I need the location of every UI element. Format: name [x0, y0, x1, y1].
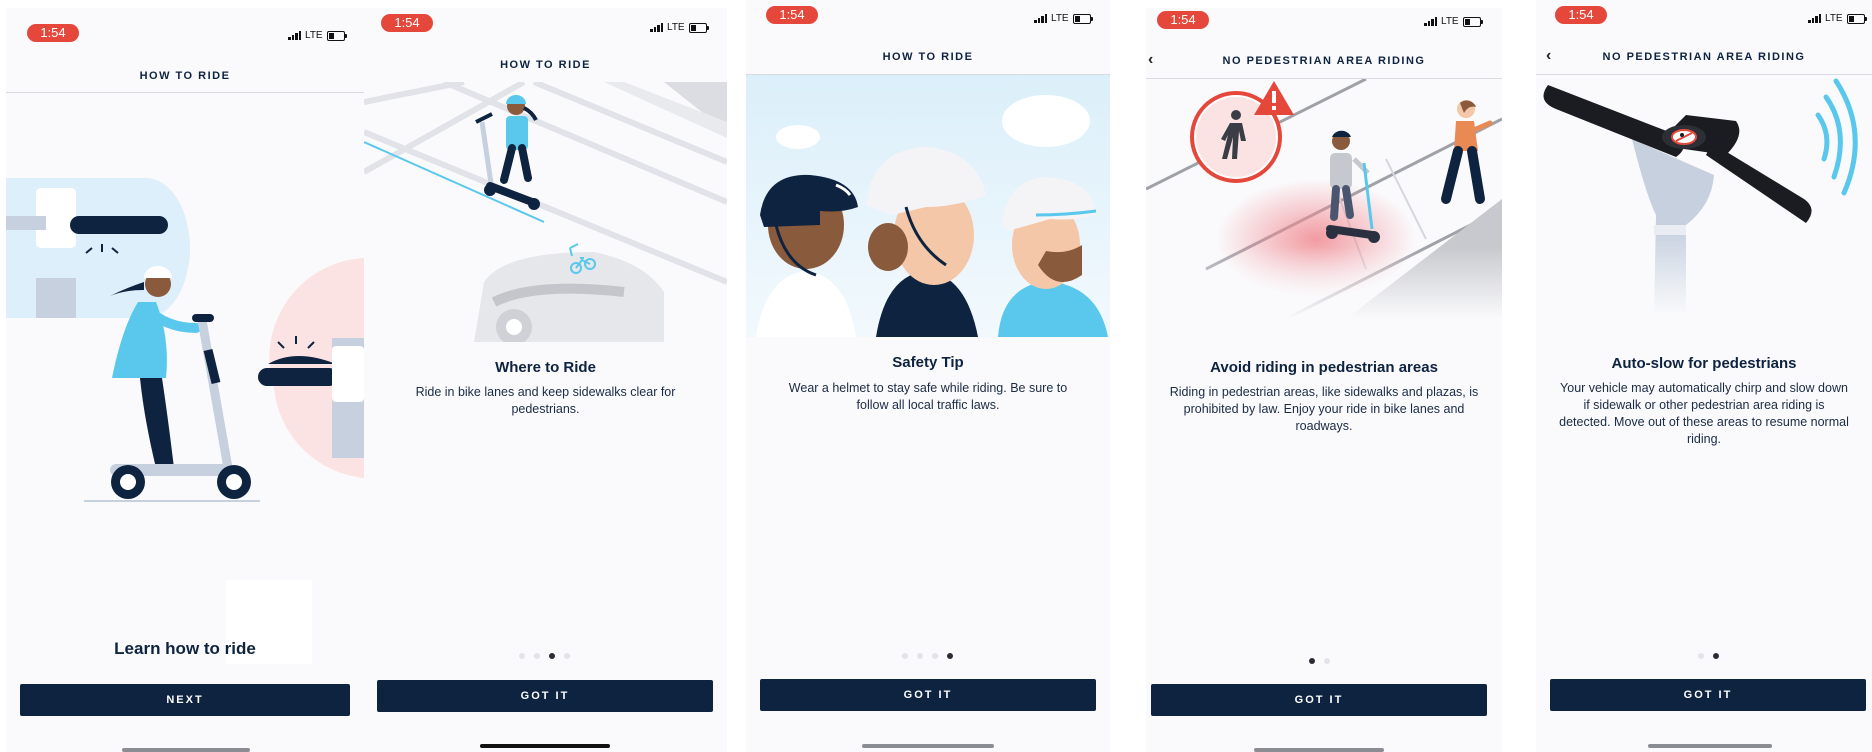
page-dot: [932, 653, 938, 659]
status-time: 1:54: [27, 24, 79, 42]
battery-icon: [326, 30, 347, 41]
network-label: LTE: [1051, 13, 1069, 24]
scooter-rider-illustration: [6, 178, 364, 502]
page-dot: [902, 653, 908, 659]
status-time: 1:54: [1555, 6, 1607, 24]
helmet-riders-illustration: [746, 75, 1110, 337]
page-dot-active: [1713, 653, 1719, 659]
screen-title: Auto-slow for pedestrians: [1611, 355, 1797, 372]
home-indicator: [1648, 744, 1772, 748]
status-time: 1:54: [381, 14, 433, 32]
network-label: LTE: [667, 22, 685, 33]
page-dot-active: [1309, 658, 1315, 664]
page-dot: [1324, 658, 1330, 664]
bike-lane-illustration: [364, 82, 727, 342]
network-label: LTE: [1825, 13, 1843, 24]
header-divider: [6, 92, 364, 93]
pedestrian-area-illustration: [1146, 79, 1502, 319]
page-dot: [519, 653, 525, 659]
status-time: 1:54: [1157, 11, 1209, 29]
screen-title: Learn how to ride: [114, 639, 256, 658]
screen-title: Where to Ride: [495, 359, 596, 376]
screen-safety-tip: 1:54 LTE HOW TO RIDE Safety Tip Wear a h…: [746, 0, 1110, 752]
signal-bars-icon: [1808, 14, 1821, 23]
signal-bars-icon: [288, 31, 301, 40]
battery-icon: [1072, 13, 1093, 24]
status-bar: LTE: [1424, 16, 1483, 27]
home-indicator: [122, 748, 250, 752]
screen-description: Ride in bike lanes and keep sidewalks cl…: [415, 385, 676, 416]
page-header: HOW TO RIDE: [500, 59, 591, 71]
battery-icon: [1462, 16, 1483, 27]
got-it-button[interactable]: GOT IT: [1151, 684, 1487, 716]
page-dot-active: [947, 653, 953, 659]
network-label: LTE: [1441, 16, 1459, 27]
got-it-button[interactable]: GOT IT: [760, 679, 1096, 711]
screen-where-to-ride: 1:54 LTE HOW TO RIDE Where to Ride Ride …: [364, 8, 727, 752]
status-bar: LTE: [650, 22, 709, 33]
next-button[interactable]: NEXT: [20, 684, 350, 716]
signal-bars-icon: [1424, 17, 1437, 26]
home-indicator: [480, 744, 610, 748]
got-it-button[interactable]: GOT IT: [1550, 679, 1866, 711]
page-indicator: [519, 653, 570, 659]
signal-bars-icon: [650, 23, 663, 32]
status-bar: LTE: [1808, 13, 1867, 24]
page-indicator: [902, 653, 953, 659]
page-header: NO PEDESTRIAN AREA RIDING: [1222, 55, 1426, 67]
signal-bars-icon: [1034, 14, 1047, 23]
status-bar: LTE: [1034, 13, 1093, 24]
status-bar: LTE: [288, 30, 347, 41]
page-dot: [917, 653, 923, 659]
screen-title: Safety Tip: [892, 354, 964, 371]
page-dot: [564, 653, 570, 659]
battery-icon: [1846, 13, 1867, 24]
screen-title: Avoid riding in pedestrian areas: [1210, 359, 1438, 376]
network-label: LTE: [305, 30, 323, 41]
page-header: HOW TO RIDE: [882, 51, 974, 63]
status-time: 1:54: [766, 6, 818, 24]
page-dot: [534, 653, 540, 659]
page-header: NO PEDESTRIAN AREA RIDING: [1602, 51, 1806, 63]
page-header: HOW TO RIDE: [139, 70, 231, 82]
home-indicator: [862, 744, 994, 748]
screen-avoid-pedestrian-areas: 1:54 LTE ‹ NO PEDESTRIAN AREA RIDING Avo…: [1146, 8, 1502, 752]
battery-icon: [688, 22, 709, 33]
home-indicator: [1254, 748, 1384, 752]
page-dot-active: [549, 653, 555, 659]
screen-description: Wear a helmet to stay safe while riding.…: [788, 381, 1068, 412]
page-indicator: [1698, 653, 1719, 659]
screen-description: Your vehicle may automatically chirp and…: [1559, 381, 1849, 446]
handlebar-alert-illustration: [1543, 78, 1858, 315]
got-it-button[interactable]: GOT IT: [377, 680, 713, 712]
screen-auto-slow: 1:54 LTE ‹ NO PEDESTRIAN AREA RIDING Aut…: [1536, 0, 1872, 752]
screen-description: Riding in pedestrian areas, like sidewal…: [1169, 385, 1479, 433]
page-dot: [1698, 653, 1704, 659]
page-indicator: [1309, 658, 1330, 664]
screen-learn-how-to-ride: 1:54 LTE HOW TO RIDE Learn how to ride N…: [6, 8, 364, 752]
